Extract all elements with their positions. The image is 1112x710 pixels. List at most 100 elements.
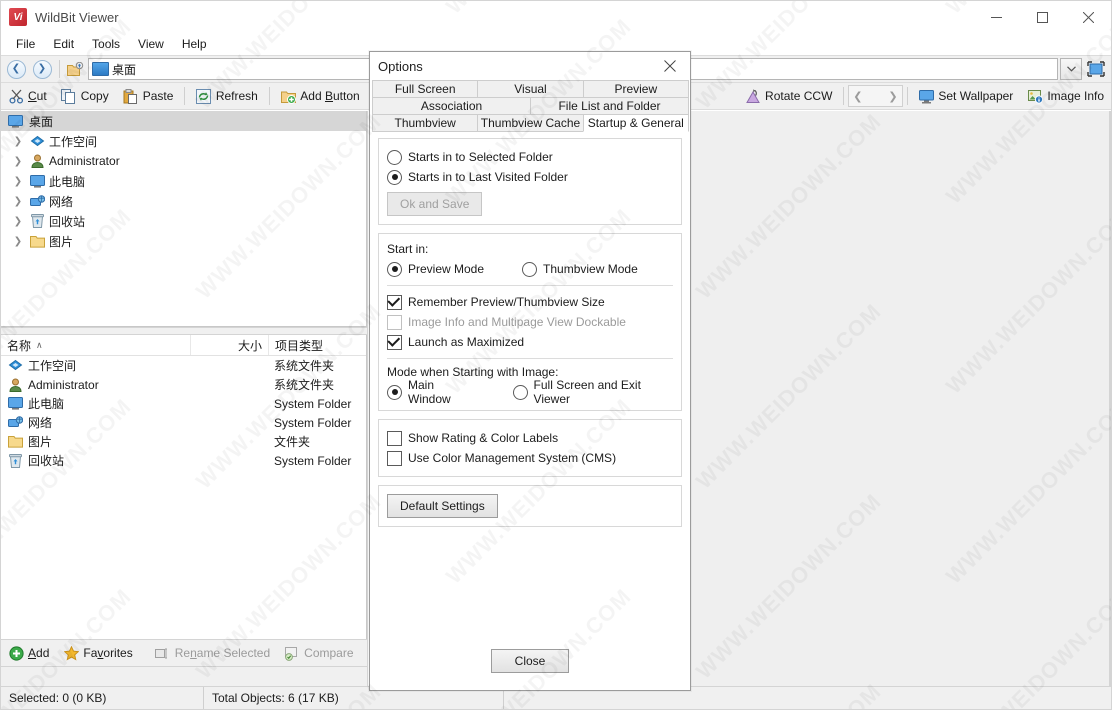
back-button[interactable]: ❮ (3, 57, 29, 81)
checkbox-use-color-management-system[interactable] (387, 451, 402, 466)
pane-splitter[interactable] (1, 327, 367, 335)
chevron-down-icon (1067, 66, 1076, 72)
chevron-right-icon[interactable]: ❯ (11, 196, 25, 207)
toolbar-rotate-ccw-label: Rotate CCW (765, 89, 832, 103)
tree-item-network[interactable]: ❯ 网络 (1, 191, 366, 211)
chevron-right-icon[interactable]: ❯ (11, 156, 25, 167)
chevron-left-icon[interactable]: ❮ (849, 90, 867, 103)
radio-main-window[interactable] (387, 385, 402, 400)
folder-tree: 桌面 ❯ 工作空间 ❯ Administrator (1, 111, 367, 327)
toolbar-rotate-ccw-button[interactable]: Rotate CCW (738, 83, 839, 109)
checkbox-image-info-multipage-dockable[interactable] (387, 315, 402, 330)
tab-association[interactable]: Association (372, 97, 531, 115)
dialog-close-button[interactable]: Close (491, 649, 569, 673)
column-name[interactable]: 名称 ∧ (1, 335, 190, 355)
toolbar-refresh-button[interactable]: Refresh (189, 83, 265, 109)
table-row[interactable]: 图片 文件夹 (1, 432, 366, 451)
radio-row-thumbview-mode[interactable]: Thumbview Mode (522, 262, 638, 277)
bottom-compare-button[interactable]: Compare (277, 640, 360, 666)
tree-item-label: Administrator (49, 154, 120, 168)
minimize-button[interactable] (973, 1, 1019, 33)
radio-row-selected-folder[interactable]: Starts in to Selected Folder (387, 147, 673, 167)
table-row[interactable]: 工作空间 系统文件夹 (1, 356, 366, 375)
radio-full-screen-and-exit-viewer[interactable] (513, 385, 528, 400)
tree-item-pictures[interactable]: ❯ 图片 (1, 231, 366, 251)
toolbar-scroll-strip: ❮ ❯ (848, 85, 903, 107)
column-type[interactable]: 项目类型 (268, 335, 366, 355)
tree-root-item[interactable]: 桌面 (1, 111, 366, 131)
fullscreen-button[interactable] (1085, 59, 1107, 79)
table-row[interactable]: Administrator 系统文件夹 (1, 375, 366, 394)
checkbox-row-remember-size[interactable]: Remember Preview/Thumbview Size (387, 292, 673, 312)
default-settings-button[interactable]: Default Settings (387, 494, 498, 518)
address-dropdown-button[interactable] (1060, 58, 1082, 80)
table-row[interactable]: 回收站 System Folder (1, 451, 366, 470)
menu-view[interactable]: View (129, 35, 173, 53)
tree-item-workspace[interactable]: ❯ 工作空间 (1, 131, 366, 151)
menu-tools[interactable]: Tools (83, 35, 129, 53)
network-icon (7, 415, 23, 431)
radio-thumbview-mode[interactable] (522, 262, 537, 277)
toolbar-cut-button[interactable]: Cut (1, 83, 54, 109)
bottom-favorites-button[interactable]: Favorites (56, 640, 139, 666)
checkbox-row-rating-labels[interactable]: Show Rating & Color Labels (387, 428, 673, 448)
column-size[interactable]: 大小 (190, 335, 268, 355)
title-bar: Vi WildBit Viewer (1, 1, 1111, 33)
workspace-diamond-icon (29, 133, 45, 149)
chevron-right-icon[interactable]: ❯ (11, 176, 25, 187)
toolbar-image-info-button[interactable]: Image Info (1020, 83, 1111, 109)
group-start-mode: Start in: Preview Mode Thumbview Mode (378, 233, 682, 411)
tree-item-this-pc[interactable]: ❯ 此电脑 (1, 171, 366, 191)
table-row[interactable]: 此电脑 System Folder (1, 394, 366, 413)
tab-startup-and-general[interactable]: Startup & General (583, 114, 689, 132)
chevron-right-icon[interactable]: ❯ (11, 216, 25, 227)
cell-name: Administrator (28, 378, 99, 392)
tab-visual[interactable]: Visual (477, 80, 583, 98)
chevron-right-icon[interactable]: ❯ (11, 236, 25, 247)
tab-file-list-and-folder[interactable]: File List and Folder (530, 97, 689, 115)
checkbox-row-launch-maximized[interactable]: Launch as Maximized (387, 332, 673, 352)
ok-and-save-button[interactable]: Ok and Save (387, 192, 482, 216)
tab-preview[interactable]: Preview (583, 80, 689, 98)
chevron-right-icon[interactable]: ❯ (11, 136, 25, 147)
mode-when-starting-heading: Mode when Starting with Image: (387, 365, 673, 379)
radio-starts-in-last-visited-folder[interactable] (387, 170, 402, 185)
radio-row-last-folder[interactable]: Starts in to Last Visited Folder (387, 167, 673, 187)
tree-item-recycle-bin[interactable]: ❯ 回收站 (1, 211, 366, 231)
radio-row-fullscreen-exit[interactable]: Full Screen and Exit Viewer (513, 378, 673, 406)
bottom-add-button[interactable]: Add (1, 640, 56, 666)
checkbox-row-dockable[interactable]: Image Info and Multipage View Dockable (387, 312, 673, 332)
toolbar-image-info-label: Image Info (1047, 89, 1104, 103)
menu-help[interactable]: Help (173, 35, 216, 53)
checkbox-launch-as-maximized[interactable] (387, 335, 402, 350)
dialog-body: Starts in to Selected Folder Starts in t… (370, 132, 690, 632)
chevron-right-icon[interactable]: ❯ (884, 90, 902, 103)
checkbox-show-rating-color-labels[interactable] (387, 431, 402, 446)
forward-button[interactable]: ❯ (29, 57, 55, 81)
menu-edit[interactable]: Edit (44, 35, 83, 53)
group-misc-options: Show Rating & Color Labels Use Color Man… (378, 419, 682, 477)
maximize-button[interactable] (1019, 1, 1065, 33)
toolbar-copy-button[interactable]: Copy (54, 83, 116, 109)
radio-starts-in-selected-folder[interactable] (387, 150, 402, 165)
star-icon (63, 645, 79, 661)
radio-row-preview-mode[interactable]: Preview Mode (387, 262, 484, 277)
toolbar-paste-button[interactable]: Paste (116, 83, 181, 109)
close-button[interactable] (1065, 1, 1111, 33)
toolbar-set-wallpaper-button[interactable]: Set Wallpaper (911, 83, 1020, 109)
table-row[interactable]: 网络 System Folder (1, 413, 366, 432)
checkbox-row-cms[interactable]: Use Color Management System (CMS) (387, 448, 673, 468)
tab-thumbview-cache[interactable]: Thumbview Cache (477, 114, 583, 132)
dialog-close-icon[interactable] (650, 52, 690, 80)
checkbox-remember-preview-thumbview-size[interactable] (387, 295, 402, 310)
checkbox-launch-as-maximized-label: Launch as Maximized (408, 335, 524, 349)
radio-row-main-window[interactable]: Main Window (387, 378, 476, 406)
tab-thumbview[interactable]: Thumbview (372, 114, 478, 132)
up-folder-button[interactable] (64, 58, 86, 80)
toolbar-add-button[interactable]: Add Button (273, 83, 366, 109)
bottom-rename-selected-button[interactable]: Rename Selected (148, 640, 277, 666)
tab-full-screen[interactable]: Full Screen (372, 80, 478, 98)
tree-item-administrator[interactable]: ❯ Administrator (1, 151, 366, 171)
menu-file[interactable]: File (7, 35, 44, 53)
radio-preview-mode[interactable] (387, 262, 402, 277)
